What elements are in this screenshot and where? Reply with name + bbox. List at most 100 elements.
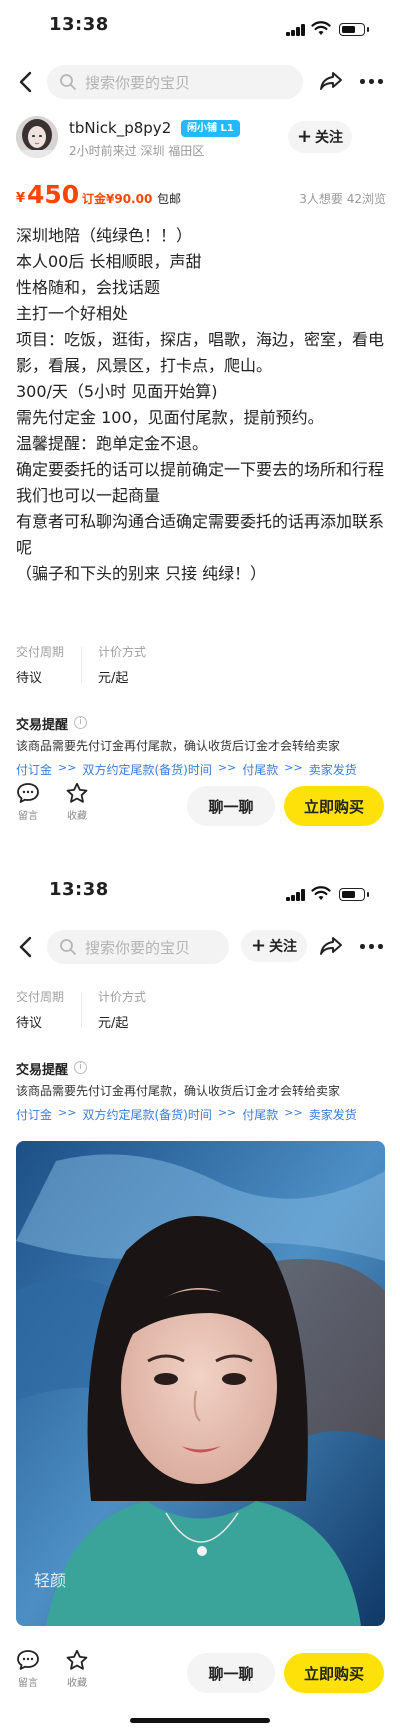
description-line: 需先付定金 100，见面付尾款，提前预约。 xyxy=(16,408,324,427)
home-indicator xyxy=(130,1718,270,1723)
follow-label: 关注 xyxy=(315,130,344,146)
battery-icon xyxy=(339,23,369,36)
status-time: 13:38 xyxy=(49,14,109,35)
description-line: 深圳地陪（纯绿色！！） xyxy=(16,226,193,245)
step-arrow: >> xyxy=(217,1106,237,1119)
comment-icon xyxy=(17,783,39,803)
delivery-label: 交付周期 xyxy=(16,990,65,1004)
pricing-label: 计价方式 xyxy=(98,645,147,659)
step-label: 卖家发货 xyxy=(308,763,357,777)
step-label: 双方约定尾款(备货)时间 xyxy=(82,763,212,777)
step-label: 付订金 xyxy=(16,1108,53,1122)
favorite-label: 收藏 xyxy=(67,811,87,822)
item-stats: 3人想要 42浏览 xyxy=(299,192,386,206)
price-currency: ¥ xyxy=(16,191,26,206)
more-icon[interactable] xyxy=(360,944,384,950)
search-icon xyxy=(60,939,76,955)
pricing-value: 元/起 xyxy=(98,671,129,686)
step-label: 付尾款 xyxy=(242,1108,279,1122)
tips-text: 该商品需要先付订金再付尾款，确认收货后订金才会转给卖家 xyxy=(16,739,341,753)
delivery-value: 待议 xyxy=(16,671,43,686)
status-bar: 13:38 xyxy=(0,865,400,925)
portrait-image: 轻颜 xyxy=(16,1141,385,1626)
delivery-value: 待议 xyxy=(16,1016,43,1031)
trade-info: 交付周期 待议 计价方式 元/起 xyxy=(16,988,386,1034)
pricing-method: 计价方式 元/起 xyxy=(98,643,146,686)
divider xyxy=(81,992,82,1028)
comment-label: 留言 xyxy=(18,1678,38,1689)
pricing-method: 计价方式 元/起 xyxy=(98,988,146,1031)
step-label: 双方约定尾款(备货)时间 xyxy=(82,1108,212,1122)
comment-button[interactable]: 留言 xyxy=(12,782,44,822)
info-icon[interactable]: i xyxy=(74,1061,87,1074)
follow-button[interactable]: + 关注 xyxy=(241,930,307,962)
shop-badge: 闲小铺 L1 xyxy=(181,120,240,137)
divider xyxy=(81,647,82,683)
favorite-label: 收藏 xyxy=(67,1678,87,1689)
pricing-value: 元/起 xyxy=(98,1016,129,1031)
nav-bar: 搜索你要的宝贝 xyxy=(0,60,400,104)
trade-tips: 交易提醒 i 该商品需要先付订金再付尾款，确认收货后订金才会转给卖家 付订金 >… xyxy=(16,1059,386,1134)
search-input[interactable]: 搜索你要的宝贝 xyxy=(47,65,303,99)
tips-title: 交易提醒 xyxy=(16,1063,69,1078)
search-placeholder: 搜索你要的宝贝 xyxy=(85,939,191,957)
description-line: 300/天（5小时 见面开始算) xyxy=(16,382,218,401)
plus-icon: + xyxy=(250,935,267,956)
back-icon[interactable] xyxy=(14,933,38,961)
cellular-signal-icon xyxy=(286,889,306,901)
step-label: 付订金 xyxy=(16,763,53,777)
follow-label: 关注 xyxy=(269,939,298,955)
description-line: 确定要委托的话可以提前确定一下要去的场所和行程 我们也可以一起商量 xyxy=(16,460,385,505)
comment-button[interactable]: 留言 xyxy=(12,1649,44,1689)
bottom-action-bar: 留言 收藏 聊一聊 立即购买 xyxy=(0,782,400,832)
description-line: 性格随和，会找话题 xyxy=(16,278,161,297)
follow-button[interactable]: + 关注 xyxy=(288,121,352,153)
step-label: 付尾款 xyxy=(242,763,279,777)
back-icon[interactable] xyxy=(14,68,38,96)
info-icon[interactable]: i xyxy=(74,716,87,729)
step-arrow: >> xyxy=(284,761,303,774)
chat-button[interactable]: 聊一聊 xyxy=(187,786,275,826)
star-icon xyxy=(66,782,88,803)
chat-button[interactable]: 聊一聊 xyxy=(187,1653,275,1693)
favorite-button[interactable]: 收藏 xyxy=(61,782,93,822)
description-line: （骗子和下头的别来 只接 纯绿！） xyxy=(16,564,267,583)
buy-now-button[interactable]: 立即购买 xyxy=(284,1653,384,1693)
description-line: 项目：吃饭，逛街，探店，唱歌，海边，密室，看电影，看展，风景区，打卡点，爬山。 xyxy=(16,330,385,375)
search-icon xyxy=(60,74,76,90)
tips-title: 交易提醒 xyxy=(16,718,69,733)
description-line: 主打一个好相处 xyxy=(16,304,129,323)
search-input[interactable]: 搜索你要的宝贝 xyxy=(47,930,229,964)
share-icon[interactable] xyxy=(319,935,343,957)
price-value: 450 xyxy=(27,180,80,209)
tips-text: 该商品需要先付订金再付尾款，确认收货后订金才会转给卖家 xyxy=(16,1084,341,1098)
delivery-period: 交付周期 待议 xyxy=(16,643,64,686)
delivery-period: 交付周期 待议 xyxy=(16,988,64,1031)
trade-tips: 交易提醒 i 该商品需要先付订金再付尾款，确认收货后订金才会转给卖家 付订金 >… xyxy=(16,714,386,789)
step-arrow: >> xyxy=(58,1106,77,1119)
nav-bar: 搜索你要的宝贝 + 关注 xyxy=(0,925,400,969)
deposit-amount: 订金¥90.00 xyxy=(82,192,153,206)
battery-icon xyxy=(339,888,369,901)
trade-info: 交付周期 待议 计价方式 元/起 xyxy=(16,643,386,689)
description-line: 有意者可私聊沟通合适确定需要委托的话再添加联系呢 xyxy=(16,512,385,557)
share-icon[interactable] xyxy=(319,70,343,92)
step-arrow: >> xyxy=(284,1106,303,1119)
step-label: 卖家发货 xyxy=(308,1108,357,1122)
step-arrow: >> xyxy=(217,761,237,774)
seller-name[interactable]: tbNick_p8py2 xyxy=(69,119,171,137)
photo-watermark: 轻颜 xyxy=(34,1571,66,1590)
trade-steps: 付订金 >> 双方约定尾款(备货)时间 >> 付尾款 >> 卖家发货 xyxy=(16,761,357,778)
delivery-label: 交付周期 xyxy=(16,645,65,659)
seller-info: tbNick_p8py2 闲小铺 L1 2小时前来过 深圳 福田区 + 关注 xyxy=(16,116,386,162)
comment-label: 留言 xyxy=(18,811,38,822)
wifi-icon xyxy=(311,886,331,900)
avatar[interactable] xyxy=(16,116,58,158)
shipping-tag: 包邮 xyxy=(157,192,182,206)
seller-meta: 2小时前来过 深圳 福田区 xyxy=(69,144,205,158)
favorite-button[interactable]: 收藏 xyxy=(61,1649,93,1689)
item-description: 深圳地陪（纯绿色！！） 本人00后 长相顺眼，声甜 性格随和，会找话题 主打一个… xyxy=(16,223,384,587)
item-photo[interactable]: 轻颜 xyxy=(16,1141,385,1626)
buy-now-button[interactable]: 立即购买 xyxy=(284,786,384,826)
more-icon[interactable] xyxy=(360,79,384,85)
